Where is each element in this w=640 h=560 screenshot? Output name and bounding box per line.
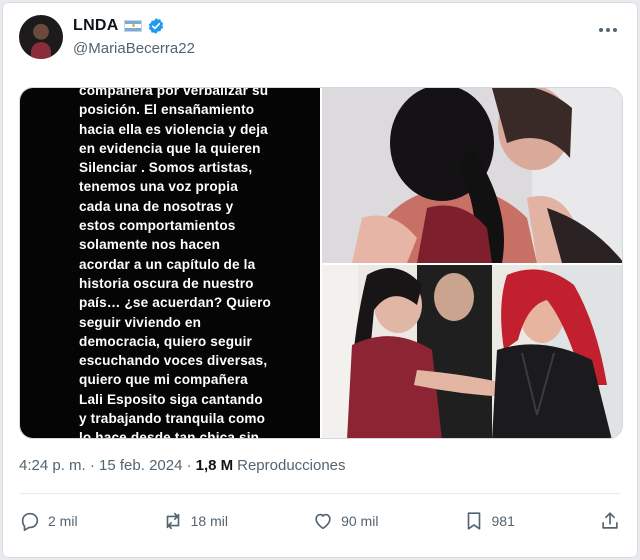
reply-count: 2 mil bbox=[48, 513, 78, 529]
verified-badge-icon bbox=[148, 18, 163, 34]
tweet-header: LNDA @MariaBecerra22 bbox=[19, 15, 621, 63]
greeting-photo-illustration bbox=[322, 265, 622, 438]
reply-button[interactable]: 2 mil bbox=[19, 510, 78, 532]
share-icon bbox=[602, 512, 618, 529]
divider bbox=[19, 493, 621, 494]
like-button[interactable]: 90 mil bbox=[312, 510, 378, 532]
tweet-meta: 4:24 p. m. · 15 feb. 2024 · 1,8 M Reprod… bbox=[19, 457, 346, 474]
avatar[interactable] bbox=[19, 15, 63, 59]
tweet-card: LNDA @MariaBecerra22 compañera por verba… bbox=[2, 2, 638, 558]
more-options-icon[interactable] bbox=[597, 19, 619, 41]
hug-photo-illustration bbox=[322, 88, 622, 263]
reply-icon bbox=[21, 512, 39, 531]
like-count: 90 mil bbox=[341, 513, 379, 529]
repost-button[interactable]: 18 mil bbox=[162, 510, 228, 532]
hug-photo[interactable] bbox=[322, 88, 622, 263]
argentina-flag-icon bbox=[123, 20, 142, 32]
bookmark-button[interactable]: 981 bbox=[463, 510, 515, 532]
views-label: Reproducciones bbox=[237, 457, 346, 474]
media-grid: compañera por verbalizar su posición. El… bbox=[19, 87, 623, 439]
views-count: 1,8 M bbox=[195, 457, 234, 474]
action-bar: 2 mil 18 mil 90 mil 981 bbox=[19, 503, 621, 539]
text-image[interactable]: compañera por verbalizar su posición. El… bbox=[20, 88, 320, 438]
share-button[interactable] bbox=[599, 510, 621, 532]
repost-icon bbox=[166, 512, 179, 530]
author-handle[interactable]: @MariaBecerra22 bbox=[73, 40, 195, 57]
tweet-timestamp[interactable]: 4:24 p. m. · 15 feb. 2024 · bbox=[19, 457, 192, 474]
bookmark-count: 981 bbox=[491, 513, 515, 529]
bookmark-icon bbox=[467, 512, 480, 530]
greeting-photo[interactable] bbox=[322, 265, 622, 438]
repost-count: 18 mil bbox=[190, 513, 228, 529]
heart-icon bbox=[315, 513, 331, 530]
author-display-name[interactable]: LNDA bbox=[73, 17, 119, 35]
text-image-content: compañera por verbalizar su posición. El… bbox=[79, 88, 272, 438]
author-name-row[interactable]: LNDA bbox=[73, 17, 165, 35]
